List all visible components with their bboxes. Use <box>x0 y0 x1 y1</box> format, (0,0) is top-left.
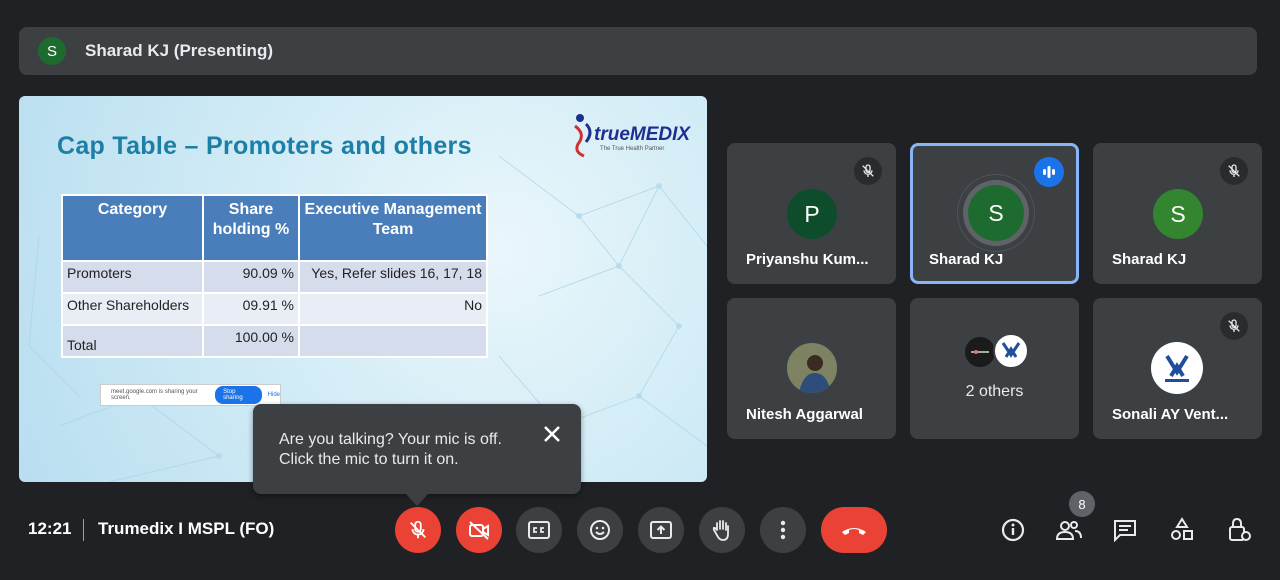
reactions-button[interactable] <box>577 507 623 553</box>
leave-call-button[interactable] <box>821 507 887 553</box>
screen-share-notice: meet.google.com is sharing your screen. … <box>100 384 281 406</box>
cell-executive: Yes, Refer slides 16, 17, 18 <box>298 260 488 294</box>
participant-name: Sonali AY Vent... <box>1112 406 1229 423</box>
avatar-logo <box>963 335 997 369</box>
header-share-holding: Share holding % <box>202 194 300 262</box>
table-row: Promoters 90.09 % Yes, Refer slides 16, … <box>61 260 488 294</box>
participant-name: Sharad KJ <box>1112 251 1187 268</box>
participant-tile[interactable]: Nitesh Aggarwal <box>727 298 896 439</box>
share-notice-text: meet.google.com is sharing your screen. <box>111 389 198 401</box>
mic-off-icon <box>1220 157 1248 185</box>
participant-tile[interactable]: P Priyanshu Kum... <box>727 143 896 284</box>
tooltip-text: Are you talking? Your mic is off. Click … <box>279 431 502 468</box>
cell-category: Promoters <box>61 260 204 294</box>
participant-tile[interactable]: Sonali AY Vent... <box>1093 298 1262 439</box>
activities-button[interactable] <box>1165 513 1199 547</box>
avatar: P <box>787 189 837 239</box>
participant-tile-group[interactable]: 2 others <box>910 298 1079 439</box>
emoji-icon <box>590 520 610 540</box>
avatar: S <box>968 185 1024 241</box>
header-category: Category <box>61 194 204 262</box>
presenter-avatar: S <box>38 37 66 65</box>
meeting-details-button[interactable] <box>996 513 1030 547</box>
captions-button[interactable] <box>516 507 562 553</box>
cell-category: Other Shareholders <box>61 292 204 326</box>
speaking-indicator-icon <box>1034 157 1064 187</box>
present-now-button[interactable] <box>638 507 684 553</box>
participant-tile[interactable]: S Sharad KJ <box>1093 143 1262 284</box>
table-header-row: Category Share holding % Executive Manag… <box>61 194 488 262</box>
mic-off-icon <box>1220 312 1248 340</box>
participant-tile-active-speaker[interactable]: S Sharad KJ <box>910 143 1079 284</box>
more-vert-icon <box>780 520 786 540</box>
meeting-title: Trumedix I MSPL (FO) <box>98 519 275 538</box>
closed-captions-icon <box>528 521 550 539</box>
camera-off-icon <box>469 521 489 540</box>
close-icon[interactable] <box>539 421 565 447</box>
avatar-photo <box>787 343 837 393</box>
cell-share: 100.00 % <box>202 324 300 358</box>
table-row: Total 100.00 % <box>61 324 488 358</box>
mic-toggle-button[interactable] <box>395 507 441 553</box>
table-row: Other Shareholders 09.91 % No <box>61 292 488 326</box>
tooltip-arrow <box>406 494 428 506</box>
chat-button[interactable] <box>1108 513 1142 547</box>
presenter-bar: S Sharad KJ (Presenting) <box>19 27 1257 75</box>
camera-toggle-button[interactable] <box>456 507 502 553</box>
more-options-button[interactable] <box>760 507 806 553</box>
stop-sharing-button: Stop sharing <box>215 386 262 404</box>
participants-button[interactable] <box>1052 513 1086 547</box>
activities-icon <box>1171 517 1193 540</box>
logo-tagline: The True Health Partner <box>600 146 665 152</box>
hang-up-icon <box>842 528 866 535</box>
mic-off-tooltip: Are you talking? Your mic is off. Click … <box>253 404 581 506</box>
host-controls-button[interactable] <box>1222 513 1256 547</box>
cell-executive: No <box>298 292 488 326</box>
logo-wordmark: trueMEDIX <box>594 124 691 145</box>
header-executive-team: Executive Management Team <box>298 194 488 262</box>
ay-ventures-logo <box>993 333 1029 369</box>
people-icon <box>1055 521 1082 540</box>
slide-title: Cap Table – Promoters and others <box>57 132 472 160</box>
truemedix-logo: trueMEDIX The True Health Partner <box>572 110 702 158</box>
meeting-time: 12:21 <box>28 519 72 538</box>
raise-hand-button[interactable] <box>699 507 745 553</box>
hand-icon <box>712 520 729 541</box>
cell-share: 09.91 % <box>202 292 300 326</box>
avatar: S <box>1153 189 1203 239</box>
ay-ventures-avatar <box>1151 342 1203 394</box>
hide-link: Hide <box>267 392 280 398</box>
info-icon <box>1001 518 1025 542</box>
participant-name: Nitesh Aggarwal <box>746 406 863 423</box>
participant-name: Priyanshu Kum... <box>746 251 869 268</box>
lock-person-icon <box>1229 517 1251 541</box>
participant-name: Sharad KJ <box>929 251 1004 268</box>
divider <box>83 519 84 541</box>
others-label: 2 others <box>965 383 1024 400</box>
presenter-label: Sharad KJ (Presenting) <box>85 41 273 60</box>
cell-executive <box>298 324 488 358</box>
mic-off-icon <box>854 157 882 185</box>
cap-table: Category Share holding % Executive Manag… <box>61 194 488 358</box>
mic-off-icon <box>410 520 426 539</box>
cell-category: Total <box>61 324 204 358</box>
chat-icon <box>1114 520 1136 542</box>
cell-share: 90.09 % <box>202 260 300 294</box>
present-screen-icon <box>650 521 672 539</box>
